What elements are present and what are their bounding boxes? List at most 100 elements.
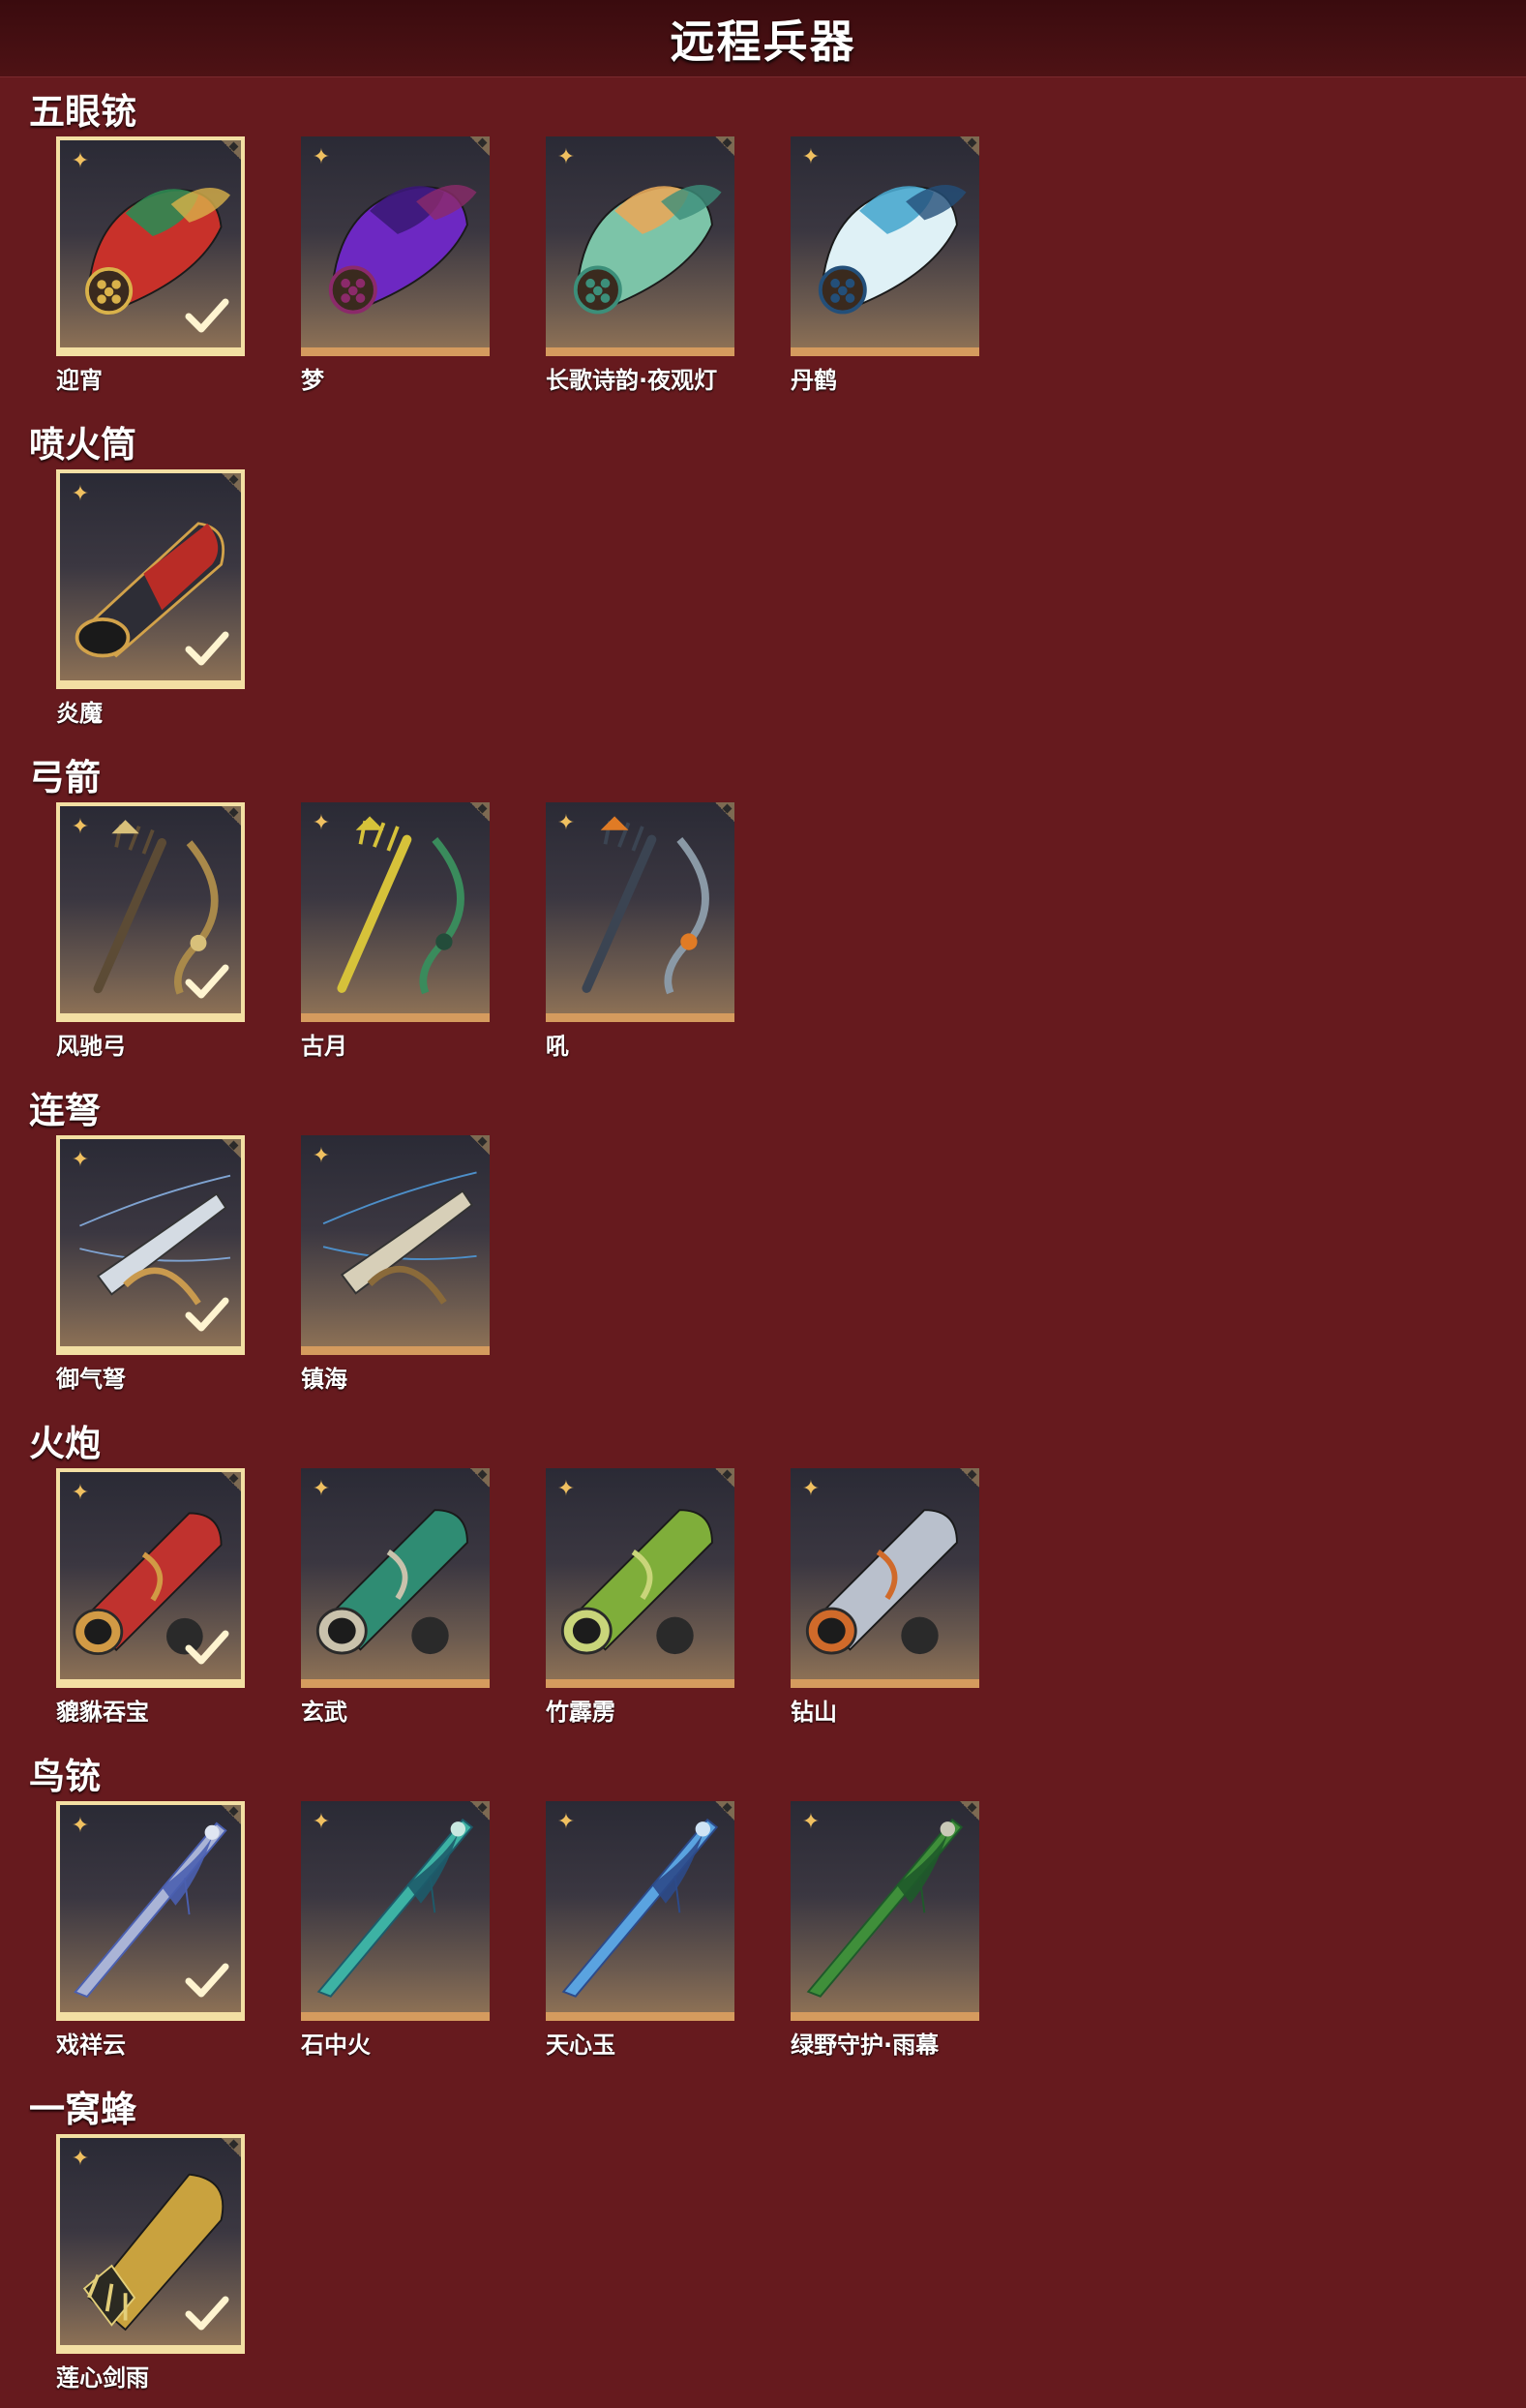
- category-title: 弓箭: [29, 757, 101, 798]
- category-section: 鸟铳 ✦ 戏祥云 ✦ 石中火 ✦ 天心玉 ✦ 绿野守护·雨幕: [0, 1745, 1526, 2078]
- weapon-tile[interactable]: ✦: [301, 1801, 490, 2021]
- corner-tab-icon: [222, 1472, 241, 1491]
- weapon-tile[interactable]: ✦: [56, 136, 245, 356]
- weapon-name: 梦: [301, 367, 324, 394]
- weapon-tile[interactable]: ✦: [56, 469, 245, 689]
- weapon-card[interactable]: ✦ 戏祥云: [56, 1801, 245, 2059]
- weapon-tile[interactable]: ✦: [56, 802, 245, 1022]
- weapon-card[interactable]: ✦ 御气弩: [56, 1135, 245, 1393]
- weapon-card[interactable]: ✦ 风驰弓: [56, 802, 245, 1060]
- weapon-tile[interactable]: ✦: [301, 802, 490, 1022]
- weapon-tile[interactable]: ✦: [546, 802, 734, 1022]
- corner-tab-icon: [222, 2138, 241, 2157]
- weapon-name: 竹霹雳: [546, 1699, 615, 1726]
- weapon-name: 钻山: [791, 1699, 837, 1726]
- rarity-star-icon: ✦: [556, 811, 576, 835]
- page: 远程兵器 五眼铳 ✦ 迎宵 ✦ 梦 ✦ 长歌诗韵·夜观灯 ✦ 丹鹤 喷火筒 ✦ 炎魔 弓箭 ✦ 风驰弓 ✦ 古月…: [0, 0, 1526, 2408]
- weapon-tile[interactable]: ✦: [791, 136, 979, 356]
- corner-tab-icon: [715, 802, 734, 822]
- rarity-star-icon: ✦: [801, 145, 821, 169]
- category-title: 喷火筒: [29, 424, 136, 466]
- weapon-card[interactable]: ✦ 长歌诗韵·夜观灯: [546, 136, 734, 394]
- corner-tab-icon: [470, 136, 490, 156]
- weapon-tile[interactable]: ✦: [546, 1801, 734, 2021]
- header-bar: 远程兵器: [0, 0, 1526, 77]
- rarity-star-icon: ✦: [556, 1810, 576, 1834]
- rarity-star-icon: ✦: [71, 482, 90, 506]
- weapon-name: 玄武: [301, 1699, 347, 1726]
- owned-check-icon: [185, 631, 229, 666]
- corner-tab-icon: [715, 136, 734, 156]
- corner-tab-icon: [715, 1801, 734, 1821]
- weapon-tile[interactable]: ✦: [546, 136, 734, 356]
- weapon-tile[interactable]: ✦: [791, 1801, 979, 2021]
- weapon-card[interactable]: ✦ 貔貅吞宝: [56, 1468, 245, 1726]
- owned-check-icon: [185, 298, 229, 333]
- weapon-card[interactable]: ✦ 迎宵: [56, 136, 245, 394]
- rarity-star-icon: ✦: [312, 1810, 331, 1834]
- weapon-card[interactable]: ✦ 炎魔: [56, 469, 245, 727]
- weapon-card[interactable]: ✦ 竹霹雳: [546, 1468, 734, 1726]
- weapon-card[interactable]: ✦ 镇海: [301, 1135, 490, 1393]
- weapon-name: 天心玉: [546, 2032, 615, 2059]
- rarity-star-icon: ✦: [71, 1481, 90, 1505]
- weapon-name: 戏祥云: [56, 2032, 126, 2059]
- corner-tab-icon: [470, 1801, 490, 1821]
- corner-tab-icon: [222, 806, 241, 826]
- owned-check-icon: [185, 2296, 229, 2331]
- weapon-card[interactable]: ✦ 天心玉: [546, 1801, 734, 2059]
- weapon-tile[interactable]: ✦: [56, 1135, 245, 1355]
- weapon-tile[interactable]: ✦: [301, 1135, 490, 1355]
- rarity-star-icon: ✦: [312, 811, 331, 835]
- weapon-card[interactable]: ✦ 钻山: [791, 1468, 979, 1726]
- corner-tab-icon: [470, 1468, 490, 1488]
- weapon-card[interactable]: ✦ 丹鹤: [791, 136, 979, 394]
- weapon-card[interactable]: ✦ 绿野守护·雨幕: [791, 1801, 979, 2059]
- weapon-tile[interactable]: ✦: [56, 1468, 245, 1688]
- rarity-star-icon: ✦: [556, 145, 576, 169]
- weapon-card[interactable]: ✦ 玄武: [301, 1468, 490, 1726]
- weapon-tile[interactable]: ✦: [791, 1468, 979, 1688]
- weapon-tile[interactable]: ✦: [56, 2134, 245, 2354]
- weapon-tile[interactable]: ✦: [546, 1468, 734, 1688]
- category-section: 一窝蜂 ✦ 莲心剑雨: [0, 2078, 1526, 2408]
- corner-tab-icon: [470, 1135, 490, 1155]
- category-title: 五眼铳: [29, 91, 136, 133]
- weapon-name: 迎宵: [56, 367, 103, 394]
- weapon-name: 风驰弓: [56, 1033, 126, 1060]
- category-section: 连弩 ✦ 御气弩 ✦ 镇海: [0, 1079, 1526, 1412]
- corner-tab-icon: [960, 1468, 979, 1488]
- weapon-name: 古月: [301, 1033, 347, 1060]
- owned-check-icon: [185, 964, 229, 999]
- weapon-name: 吼: [546, 1033, 569, 1060]
- corner-tab-icon: [960, 1801, 979, 1821]
- weapon-tile[interactable]: ✦: [301, 1468, 490, 1688]
- corner-tab-icon: [222, 140, 241, 160]
- rarity-star-icon: ✦: [312, 1144, 331, 1168]
- weapon-card[interactable]: ✦ 石中火: [301, 1801, 490, 2059]
- corner-tab-icon: [222, 1139, 241, 1159]
- weapon-tile[interactable]: ✦: [56, 1801, 245, 2021]
- weapon-name: 绿野守护·雨幕: [791, 2032, 940, 2059]
- weapon-card[interactable]: ✦ 吼: [546, 802, 734, 1060]
- category-title: 连弩: [29, 1090, 101, 1131]
- rarity-star-icon: ✦: [312, 1477, 331, 1501]
- page-title: 远程兵器: [670, 15, 856, 68]
- rarity-star-icon: ✦: [71, 149, 90, 173]
- weapon-name: 镇海: [301, 1366, 347, 1393]
- category-title: 鸟铳: [29, 1756, 101, 1797]
- weapon-tile[interactable]: ✦: [301, 136, 490, 356]
- rarity-star-icon: ✦: [71, 2147, 90, 2171]
- weapon-card[interactable]: ✦ 古月: [301, 802, 490, 1060]
- rarity-star-icon: ✦: [71, 1814, 90, 1838]
- weapon-name: 炎魔: [56, 700, 103, 727]
- owned-check-icon: [185, 1963, 229, 1998]
- owned-check-icon: [185, 1630, 229, 1665]
- category-title: 火炮: [29, 1423, 101, 1464]
- corner-tab-icon: [222, 1805, 241, 1824]
- category-title: 一窝蜂: [29, 2089, 136, 2130]
- rarity-star-icon: ✦: [71, 1148, 90, 1172]
- weapon-card[interactable]: ✦ 梦: [301, 136, 490, 394]
- weapon-card[interactable]: ✦ 莲心剑雨: [56, 2134, 245, 2392]
- rarity-star-icon: ✦: [801, 1810, 821, 1834]
